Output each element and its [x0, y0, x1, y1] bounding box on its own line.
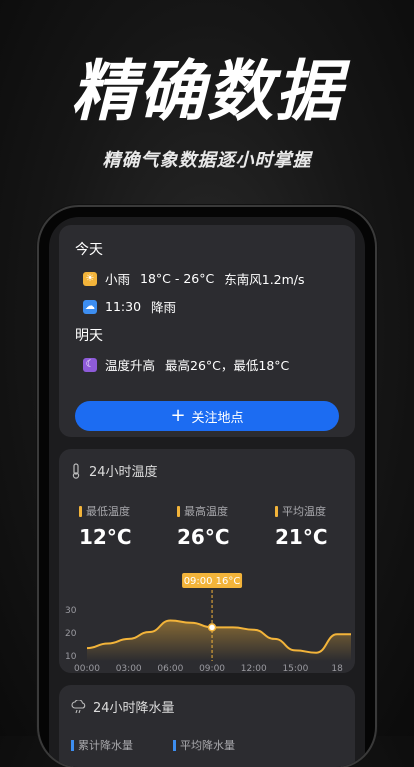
tomorrow-row: ☾ 温度升高 最高26°C，最低18°C: [83, 355, 289, 374]
y-tick-label: 10: [65, 652, 77, 662]
stat-max-value: 26°C: [177, 525, 230, 549]
stat-max-label: 最高温度: [184, 505, 228, 518]
rain-stat-total: 累计降水量: [71, 737, 133, 753]
stat-min-value: 12°C: [79, 525, 132, 549]
x-tick-label: 15:00: [282, 664, 308, 673]
x-tick-label: 00:00: [74, 664, 100, 673]
today-wind: 东南风1.2m/s: [224, 272, 305, 287]
x-tick-label: 06:00: [157, 664, 183, 673]
follow-button-label: 关注地点: [191, 410, 244, 426]
precipitation-card-header: 24小时降水量: [71, 697, 175, 716]
plus-icon: +: [170, 405, 186, 426]
x-tick-label: 09:00: [199, 664, 225, 673]
app-screen: 今天 ☀ 小雨 18°C - 26°C 东南风1.2m/s ☁ 11:30 降雨…: [49, 217, 365, 767]
rain-stat-total-label: 累计降水量: [78, 739, 133, 752]
temperature-card-title: 24小时温度: [89, 465, 158, 480]
y-tick-label: 20: [65, 629, 77, 639]
stat-avg-label: 平均温度: [282, 505, 326, 518]
today-rain-row: ☁ 11:30 降雨: [83, 297, 176, 316]
moon-icon: ☾: [83, 357, 97, 372]
stat-min-label: 最低温度: [86, 505, 130, 518]
sun-icon: ☀: [83, 271, 97, 286]
tomorrow-summary: 温度升高: [105, 358, 156, 373]
promo-subtitle: 精确气象数据逐小时掌握: [102, 150, 312, 171]
stat-avg-value: 21°C: [275, 525, 328, 549]
precipitation-stats: 累计降水量 平均降水量: [71, 737, 275, 753]
precipitation-card: 24小时降水量 累计降水量 平均降水量: [59, 685, 355, 767]
phone-frame: 今天 ☀ 小雨 18°C - 26°C 东南风1.2m/s ☁ 11:30 降雨…: [39, 207, 375, 767]
follow-location-button[interactable]: + 关注地点: [75, 401, 339, 431]
rain-time: 11:30: [105, 299, 142, 314]
tomorrow-label: 明天: [75, 328, 103, 344]
promo-title: 精确数据: [71, 53, 343, 130]
today-temp-range: 18°C - 26°C: [140, 271, 215, 286]
tooltip-text: 09:00 16°C: [184, 576, 241, 587]
today-weather: 小雨: [105, 272, 131, 287]
x-tick-label: 18: [331, 664, 343, 673]
rain-text: 降雨: [151, 300, 177, 315]
precipitation-card-title: 24小时降水量: [93, 701, 175, 716]
stat-avg: 平均温度 21°C: [275, 503, 328, 549]
today-label: 今天: [75, 242, 103, 258]
tooltip-point: [207, 623, 217, 632]
y-tick-label: 30: [65, 606, 77, 616]
stat-max: 最高温度 26°C: [177, 503, 230, 549]
stat-min: 最低温度 12°C: [79, 503, 132, 549]
x-tick-label: 12:00: [241, 664, 267, 673]
tomorrow-detail: 最高26°C，最低18°C: [165, 358, 290, 373]
rain-icon: [71, 699, 86, 713]
today-weather-row: ☀ 小雨 18°C - 26°C 东南风1.2m/s: [83, 269, 305, 288]
rain-stat-avg-label: 平均降水量: [180, 739, 235, 752]
forecast-card: 今天 ☀ 小雨 18°C - 26°C 东南风1.2m/s ☁ 11:30 降雨…: [59, 225, 355, 437]
temperature-card: 24小时温度 最低温度 12°C 最高温度 26°C 平均温度 21°C 30 …: [59, 449, 355, 673]
x-tick-label: 03:00: [116, 664, 142, 673]
temperature-chart: 30 20 10 09:00 16°C 00:00 03:00 06:00 09:00 12:0…: [65, 573, 351, 673]
thermometer-icon: [72, 462, 80, 479]
rain-cloud-icon: ☁: [83, 299, 97, 314]
temperature-card-header: 24小时温度: [71, 461, 158, 480]
rain-stat-avg: 平均降水量: [173, 737, 235, 753]
